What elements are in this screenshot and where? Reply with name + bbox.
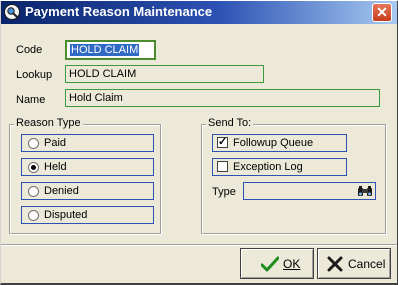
title-bar[interactable]: Payment Reason Maintenance ✕ xyxy=(1,1,397,24)
send-to-title: Send To: xyxy=(206,117,254,129)
radio-held[interactable]: Held xyxy=(21,158,154,176)
name-value: Hold Claim xyxy=(69,92,123,104)
checkbox-exception-log[interactable]: Exception Log xyxy=(212,158,347,176)
radio-label: Disputed xyxy=(44,209,88,221)
code-label: Code xyxy=(16,44,43,56)
radio-button xyxy=(28,186,39,197)
cancel-label: Cancel xyxy=(348,257,386,271)
radio-label: Paid xyxy=(44,137,67,149)
radio-button xyxy=(28,138,39,149)
name-label: Name xyxy=(16,94,46,106)
close-icon: ✕ xyxy=(376,4,388,20)
checkbox-label: Followup Queue xyxy=(233,137,314,149)
x-icon xyxy=(327,256,343,272)
reason-type-title: Reason Type xyxy=(14,117,83,129)
button-bar-divider xyxy=(1,244,397,245)
name-input[interactable]: Hold Claim xyxy=(65,89,380,107)
radio-disputed[interactable]: Disputed xyxy=(21,206,154,224)
checkbox-followup-queue[interactable]: ✓ Followup Queue xyxy=(212,134,347,152)
checkbox-checked: ✓ xyxy=(217,136,228,148)
checkbox-unchecked xyxy=(217,161,228,172)
radio-denied[interactable]: Denied xyxy=(21,182,154,200)
dialog-window: Payment Reason Maintenance ✕ Code HOLD C… xyxy=(0,0,398,285)
binoculars-icon[interactable] xyxy=(357,185,373,198)
radio-button xyxy=(28,210,39,221)
radio-paid[interactable]: Paid xyxy=(21,134,154,152)
code-value: HOLD CLAIM xyxy=(70,44,140,56)
radio-label: Denied xyxy=(44,185,79,197)
ok-button[interactable]: OK xyxy=(240,248,314,279)
close-button[interactable]: ✕ xyxy=(372,3,392,22)
lookup-value: HOLD CLAIM xyxy=(69,68,137,80)
checkmark-icon xyxy=(261,256,279,272)
type-label: Type xyxy=(212,186,236,198)
ok-label: OK xyxy=(283,257,301,271)
lookup-label: Lookup xyxy=(16,69,53,81)
window-title: Payment Reason Maintenance xyxy=(25,4,213,19)
radio-button-checked xyxy=(28,162,39,173)
radio-label: Held xyxy=(44,161,67,173)
code-input[interactable]: HOLD CLAIM xyxy=(65,40,156,60)
cancel-button[interactable]: Cancel xyxy=(317,248,391,279)
lookup-input[interactable]: HOLD CLAIM xyxy=(65,65,264,83)
magnifier-app-icon xyxy=(4,4,20,20)
type-lookup-field[interactable] xyxy=(243,182,376,200)
checkbox-label: Exception Log xyxy=(233,161,303,173)
